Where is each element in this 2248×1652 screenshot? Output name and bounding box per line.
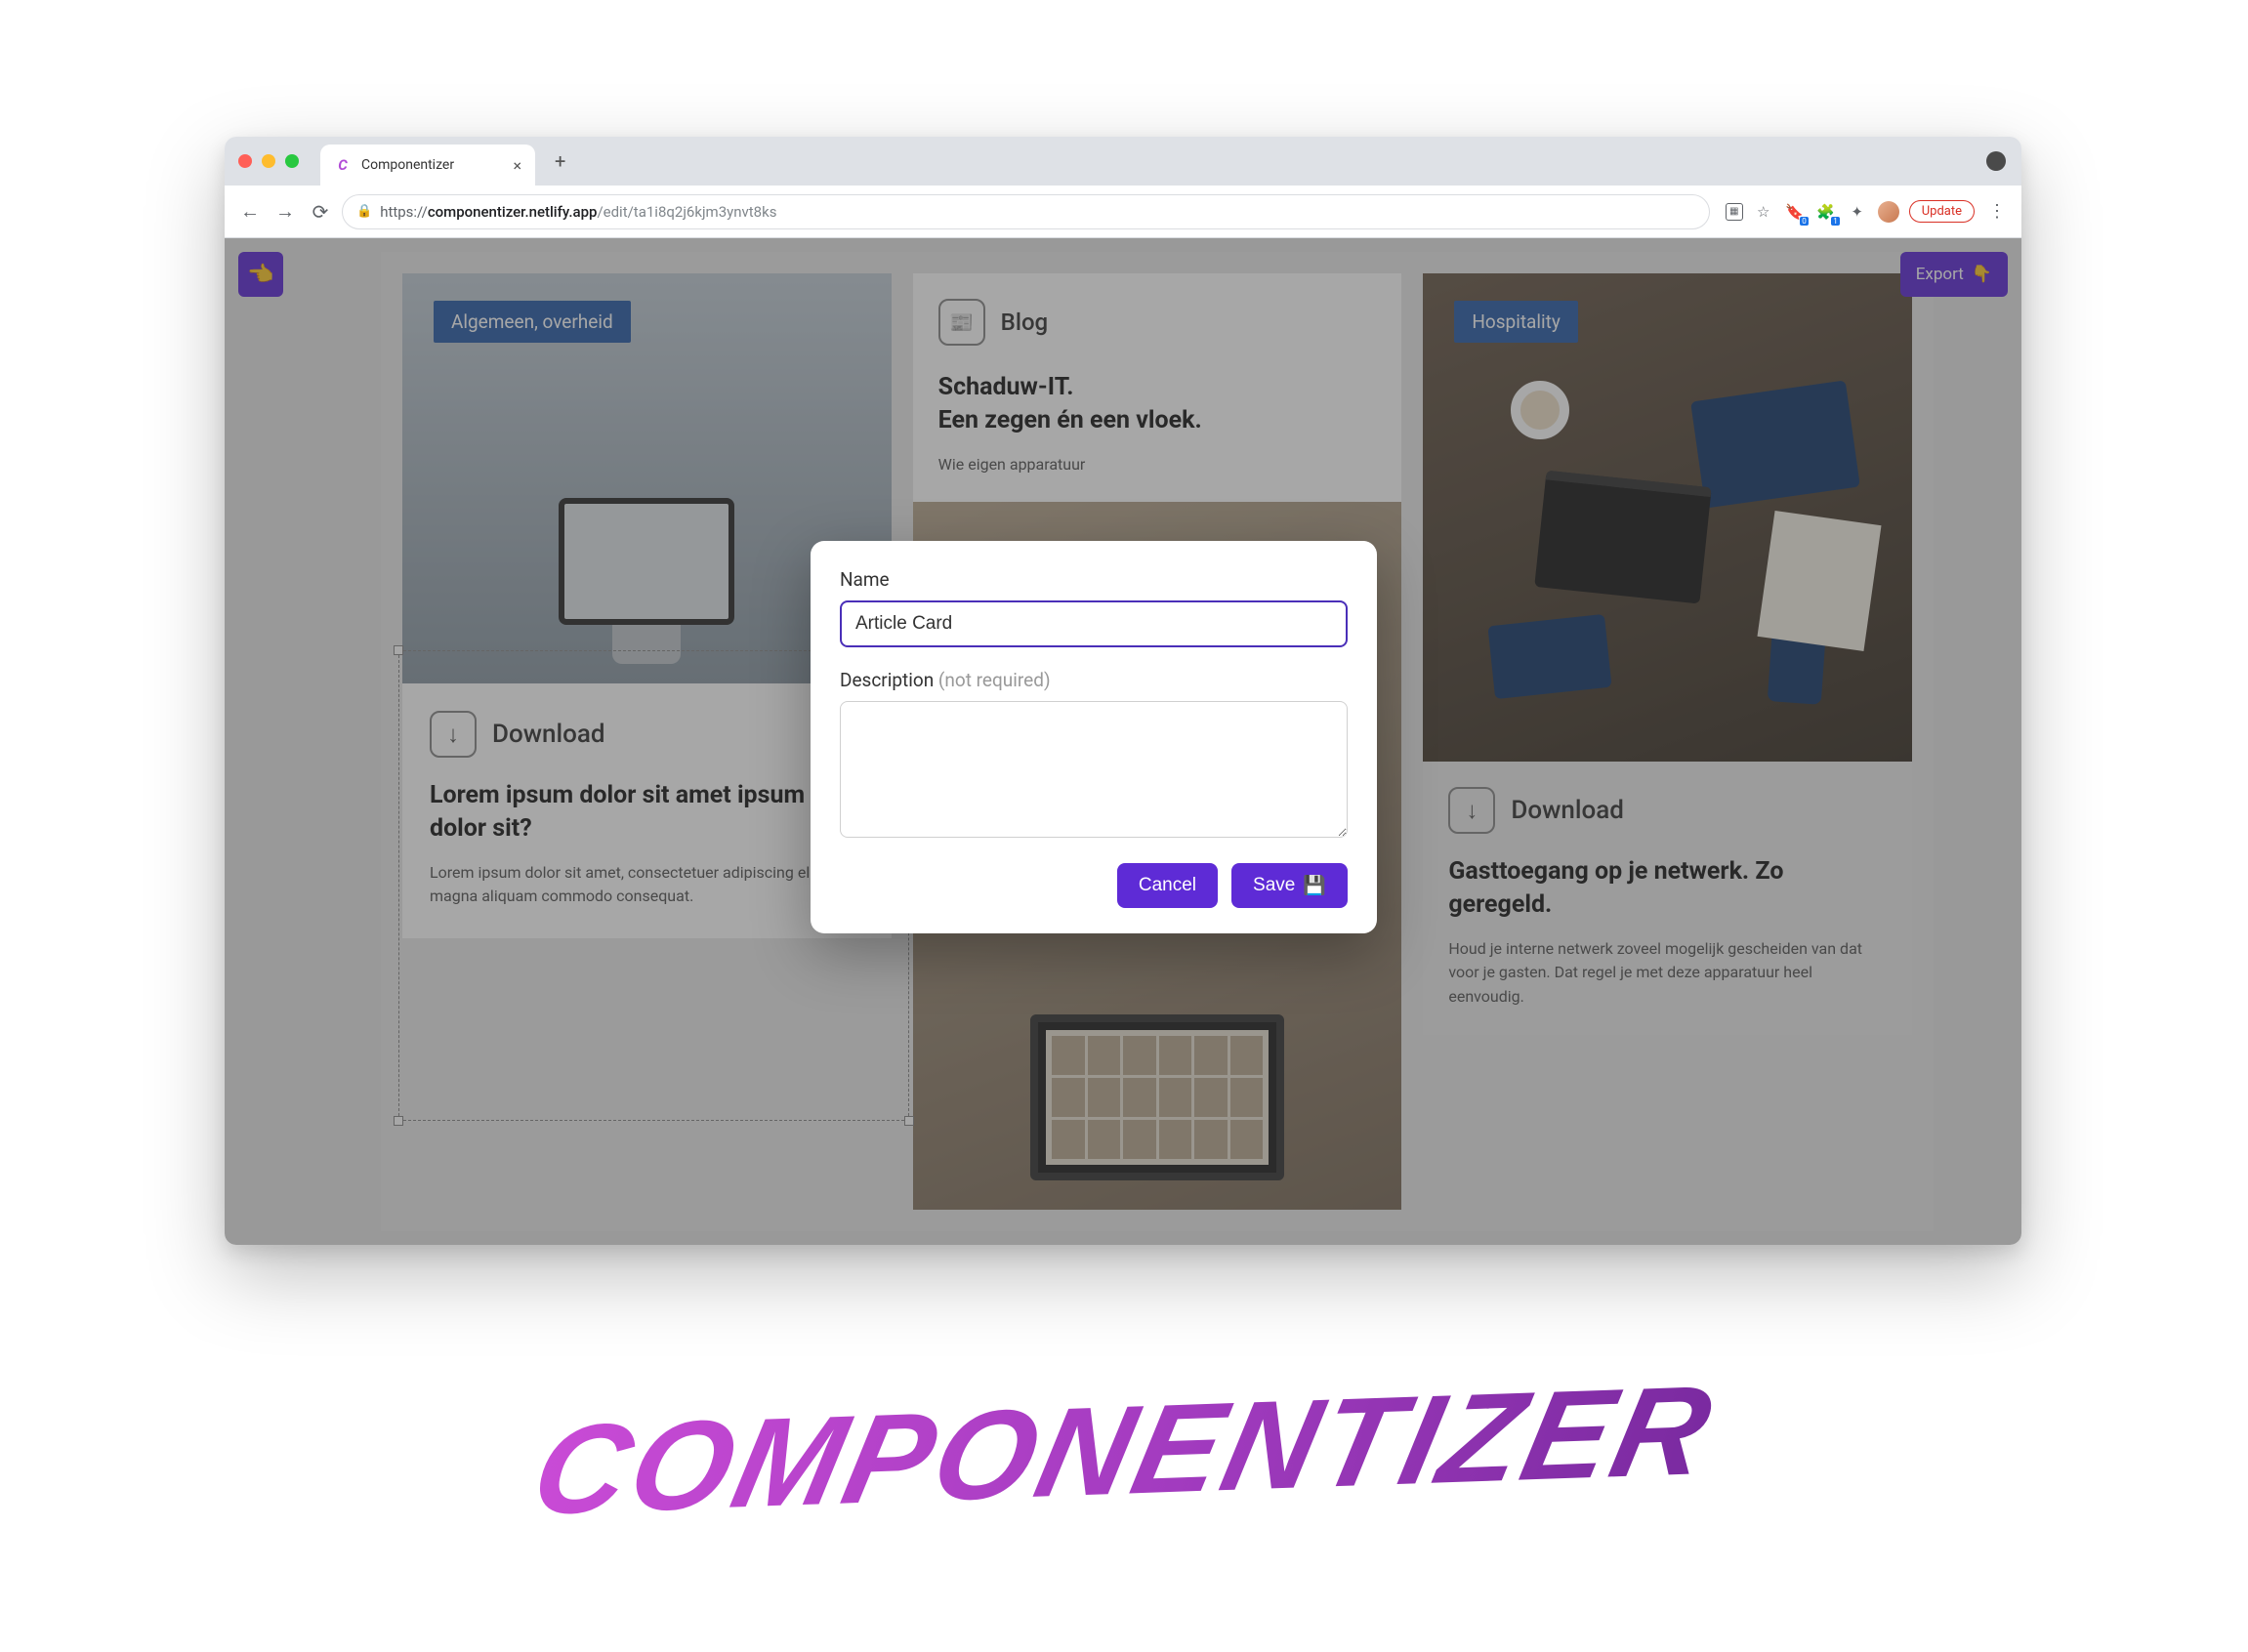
qr-extension-icon[interactable]: ▦ (1726, 203, 1743, 221)
browser-toolbar: ← → ⟳ 🔒 https://componentizer.netlify.ap… (225, 186, 2021, 238)
save-component-modal: Name Description (not required) Cancel S… (811, 541, 1377, 933)
url-path: /edit/ta1i8q2j6kjm3ynvt8ks (597, 203, 776, 221)
back-button[interactable]: ← (236, 198, 264, 226)
product-wordmark: COMPONENTIZER (521, 1356, 1728, 1544)
browser-window: C Componentizer × + ← → ⟳ 🔒 https://comp… (225, 137, 2021, 1245)
url-host: componentizer.netlify.app (428, 203, 598, 221)
address-bar[interactable]: 🔒 https://componentizer.netlify.app/edit… (342, 194, 1710, 229)
close-tab-icon[interactable]: × (513, 156, 521, 175)
extension-icon-1[interactable]: 🔖0 (1784, 201, 1806, 223)
forward-button[interactable]: → (271, 198, 299, 226)
description-textarea[interactable] (840, 701, 1348, 838)
description-label-text: Description (840, 669, 934, 691)
minimize-window-button[interactable] (262, 154, 275, 168)
extension-icon-2[interactable]: 🧩1 (1815, 201, 1837, 223)
save-label: Save (1253, 875, 1295, 896)
floppy-disk-icon: 💾 (1303, 874, 1326, 897)
extensions-puzzle-icon[interactable]: ✦ (1847, 201, 1868, 223)
cancel-button[interactable]: Cancel (1117, 863, 1218, 908)
name-field-label: Name (840, 568, 1348, 591)
browser-tab-bar: C Componentizer × + (225, 137, 2021, 186)
lock-icon: 🔒 (356, 204, 372, 219)
cancel-label: Cancel (1139, 875, 1196, 896)
new-tab-button[interactable]: + (555, 149, 565, 173)
incognito-indicator-icon (1986, 151, 2006, 171)
extension-icons: ▦ ☆ 🔖0 🧩1 ✦ Update ⋮ (1726, 200, 2010, 223)
modal-actions: Cancel Save 💾 (840, 863, 1348, 908)
profile-avatar[interactable] (1878, 201, 1899, 223)
close-window-button[interactable] (238, 154, 252, 168)
url-protocol: https:// (380, 203, 428, 221)
browser-menu-icon[interactable]: ⋮ (1984, 201, 2010, 222)
maximize-window-button[interactable] (285, 154, 299, 168)
reload-button[interactable]: ⟳ (307, 198, 334, 226)
description-hint: (not required) (938, 669, 1051, 691)
browser-tab[interactable]: C Componentizer × (320, 145, 535, 186)
bookmark-star-icon[interactable]: ☆ (1753, 201, 1774, 223)
app-viewport: 👈 Export 👇 Algemeen, overheid ↓ Download (225, 238, 2021, 1245)
description-field-label: Description (not required) (840, 669, 1348, 691)
tab-title: Componentizer (361, 157, 503, 173)
update-button[interactable]: Update (1909, 200, 1975, 223)
name-input[interactable] (840, 600, 1348, 647)
favicon-icon: C (334, 156, 352, 174)
save-button[interactable]: Save 💾 (1231, 863, 1348, 908)
window-controls (238, 154, 299, 168)
